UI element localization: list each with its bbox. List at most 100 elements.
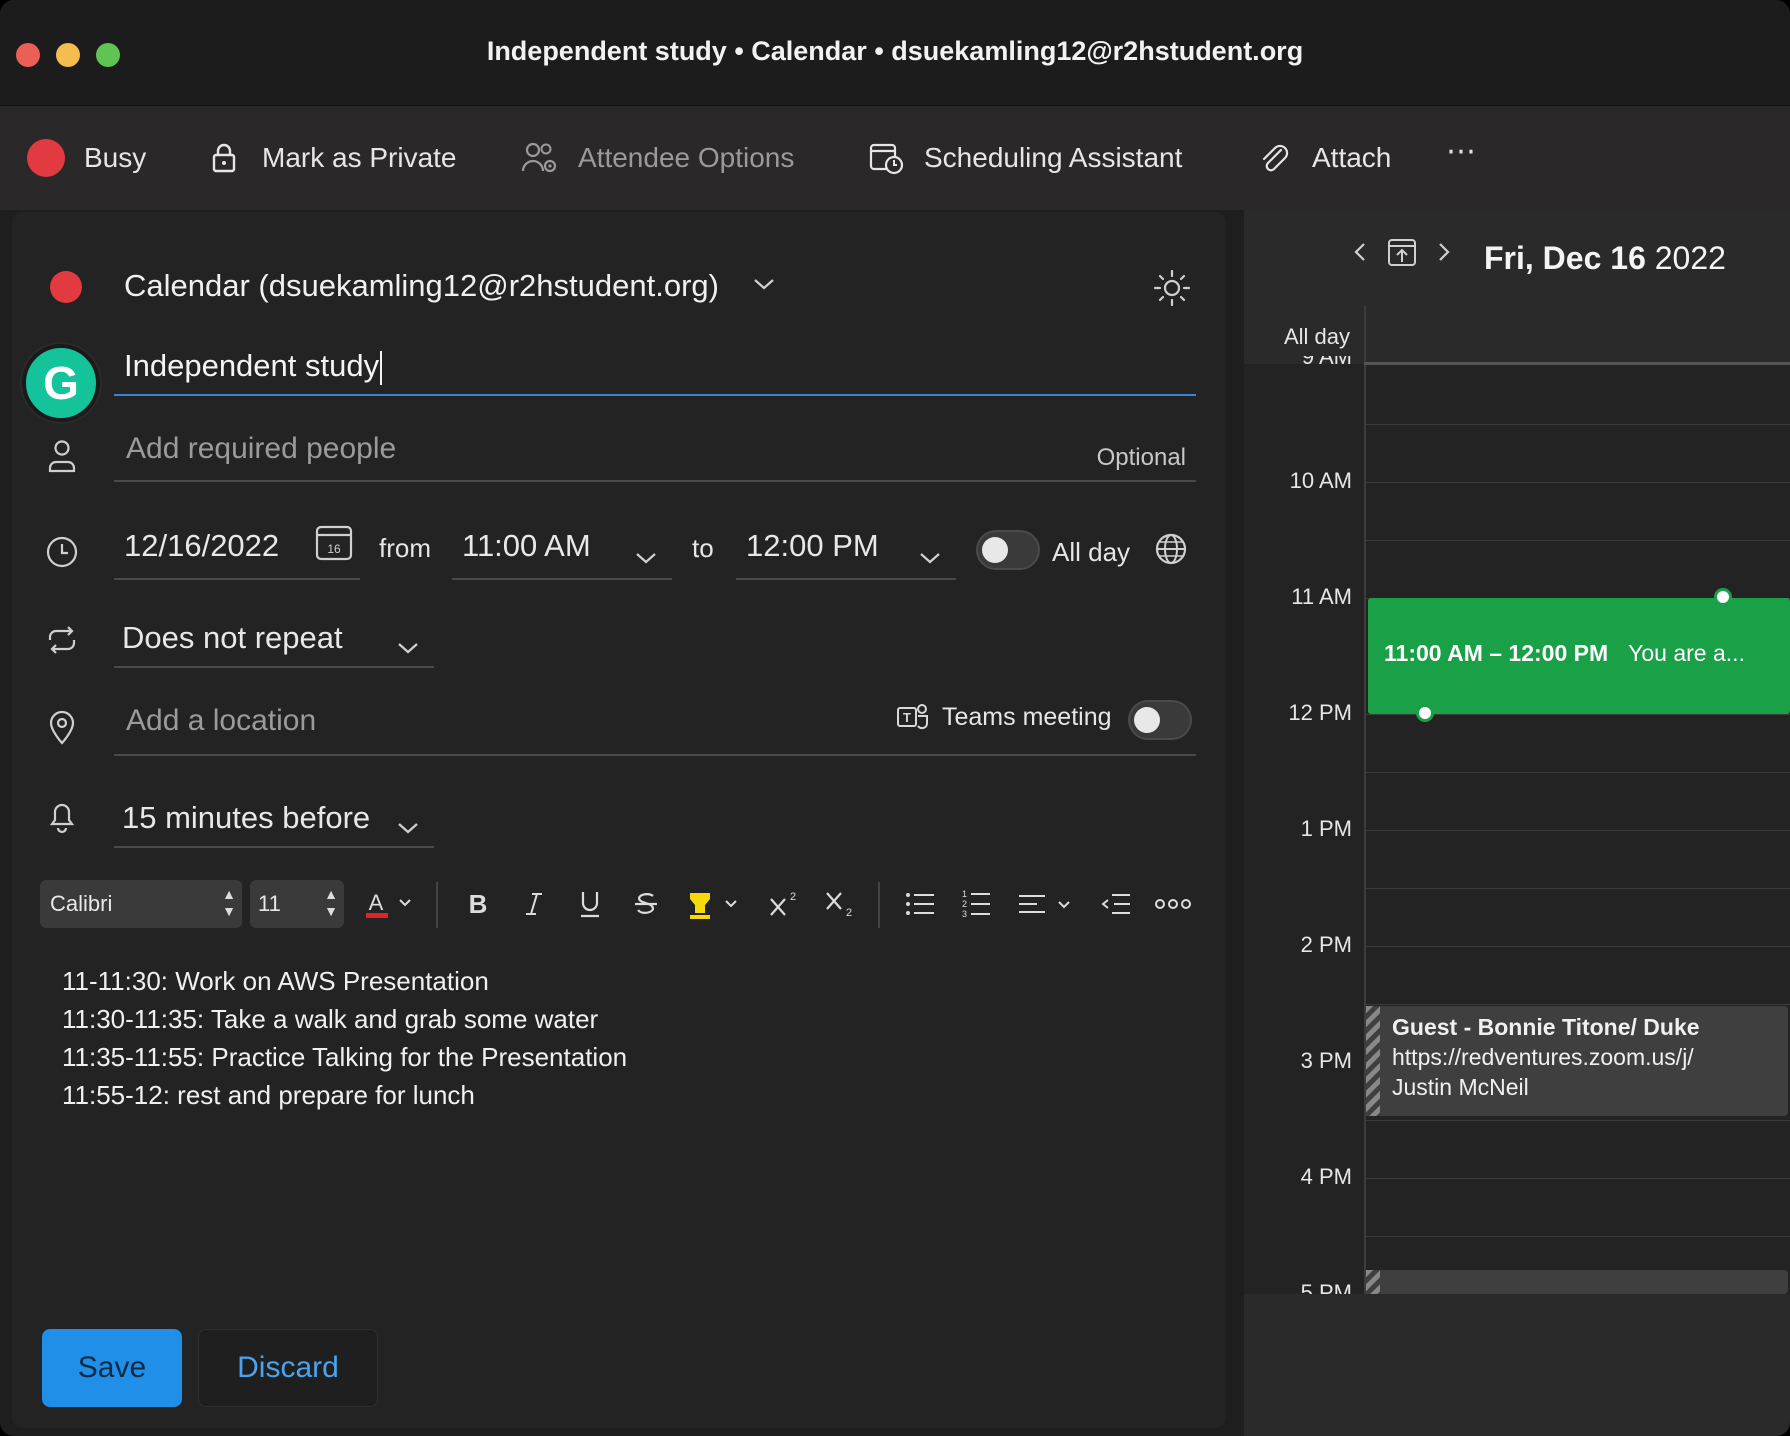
outdent-button[interactable]: [1094, 884, 1138, 924]
calendar-selector[interactable]: Calendar (dsuekamling12@r2hstudent.org): [124, 268, 719, 304]
stepper-icon: ▲ ▼: [222, 886, 236, 919]
superscript-button[interactable]: 2: [764, 884, 804, 924]
go-to-today-icon[interactable]: [1386, 236, 1418, 268]
reminder-select[interactable]: 15 minutes before: [114, 784, 434, 848]
svg-text:2: 2: [790, 891, 796, 903]
required-people-input[interactable]: Add required people Optional: [114, 420, 1196, 482]
event-title: Guest - Bonnie Titone/ Duke: [1392, 1014, 1700, 1040]
optional-people-link[interactable]: Optional: [1097, 444, 1186, 472]
day-view-date-bold: Fri, Dec 16: [1484, 240, 1646, 276]
highlight-button[interactable]: [682, 884, 746, 924]
event-time-range: 11:00 AM – 12:00 PM: [1384, 640, 1609, 666]
save-button[interactable]: Save: [42, 1329, 182, 1407]
underline-button[interactable]: [570, 884, 610, 924]
scheduling-icon: [866, 138, 906, 178]
toolbar-separator: [436, 882, 438, 928]
more-options-button[interactable]: ⋯: [1446, 134, 1478, 169]
globe-icon[interactable]: [1154, 532, 1188, 571]
time-gutter-line: [1364, 306, 1366, 1294]
font-color-button[interactable]: A: [360, 884, 416, 924]
chevron-right-icon[interactable]: [1436, 240, 1452, 264]
person-icon: [42, 436, 82, 476]
svg-text:2: 2: [846, 907, 852, 919]
day-view-year: 2022: [1654, 240, 1726, 276]
event-toolbar: Busy Mark as Private Attendee Options Sc…: [0, 106, 1790, 210]
grid-line: [1366, 482, 1790, 483]
grid-line: [1366, 1236, 1790, 1237]
end-time-select[interactable]: 12:00 PM: [736, 510, 956, 580]
event-organizer: Justin McNeil: [1392, 1074, 1529, 1100]
event-title-input[interactable]: Independent study: [114, 340, 1196, 396]
reminder-value: 15 minutes before: [122, 800, 371, 835]
teams-meeting-option: T Teams meeting: [896, 702, 1112, 732]
scheduling-assistant-button[interactable]: Scheduling Assistant: [866, 136, 1182, 180]
event-link-text: https://redventures.zoom.us/j/: [1392, 1044, 1694, 1070]
toolbar-separator: [878, 882, 880, 928]
stepper-icon: ▲ ▼: [324, 886, 338, 919]
more-format-options-icon[interactable]: [1148, 884, 1198, 924]
attendee-settings-icon: [520, 138, 560, 178]
font-family-value: Calibri: [50, 891, 113, 916]
font-family-select[interactable]: Calibri ▲ ▼: [40, 880, 242, 928]
event-notes-body[interactable]: 11-11:30: Work on AWS Presentation 11:30…: [62, 962, 627, 1114]
italic-button[interactable]: [514, 884, 554, 924]
day-grid[interactable]: All day 9 AM 10 AM 11 AM 12 PM 1 PM 2 PM…: [1244, 306, 1790, 1294]
mark-private-button[interactable]: Mark as Private: [204, 136, 457, 180]
bullet-list-button[interactable]: [898, 884, 942, 924]
svg-text:2: 2: [962, 899, 967, 909]
hour-label: 3 PM: [1300, 1048, 1352, 1073]
notes-line: 11:35-11:55: Practice Talking for the Pr…: [62, 1042, 628, 1072]
hour-label: 1 PM: [1300, 816, 1352, 841]
later-event-block[interactable]: [1366, 1270, 1788, 1294]
calendar-icon-day: 16: [327, 542, 341, 556]
calendar-color-icon: [50, 271, 82, 303]
other-event-block[interactable]: Guest - Bonnie Titone/ Duke https://redv…: [1366, 1006, 1788, 1116]
repeat-select[interactable]: Does not repeat: [114, 604, 434, 668]
theme-sun-icon[interactable]: [1152, 268, 1192, 313]
bell-icon: [42, 796, 82, 836]
hour-label: 5 PM: [1300, 1280, 1352, 1294]
text-caret: [380, 350, 383, 385]
day-navigation: [1352, 236, 1452, 268]
title-bar: Independent study • Calendar • dsuekamli…: [0, 0, 1790, 106]
event-resize-handle-top[interactable]: [1714, 588, 1732, 606]
font-size-value: 11: [258, 891, 281, 916]
subscript-button[interactable]: 2: [820, 884, 860, 924]
attach-button[interactable]: Attach: [1254, 136, 1391, 180]
event-resize-handle-bottom[interactable]: [1416, 704, 1434, 722]
current-event-block[interactable]: 11:00 AM – 12:00 PM You are a...: [1368, 598, 1790, 714]
day-view-date: Fri, Dec 16 2022: [1484, 240, 1726, 277]
attendee-options-button[interactable]: Attendee Options: [520, 136, 794, 180]
chevron-down-icon: [634, 538, 658, 574]
lock-icon: [204, 138, 244, 178]
teams-meeting-toggle[interactable]: [1128, 700, 1192, 740]
svg-text:1: 1: [962, 889, 967, 899]
event-summary: You are a...: [1628, 640, 1745, 666]
event-title-value: Independent study: [124, 348, 380, 383]
grammarly-icon[interactable]: G: [22, 344, 100, 422]
all-day-toggle[interactable]: [976, 530, 1040, 570]
align-button[interactable]: [1012, 884, 1082, 924]
discard-button[interactable]: Discard: [198, 1329, 378, 1407]
numbered-list-button[interactable]: 123: [954, 884, 998, 924]
mark-private-label: Mark as Private: [262, 142, 457, 173]
svg-text:A: A: [369, 890, 384, 915]
chevron-down-icon: [396, 628, 420, 664]
notes-line: 11-11:30: Work on AWS Presentation: [62, 966, 489, 996]
start-time-select[interactable]: 11:00 AM: [452, 510, 672, 580]
chevron-left-icon[interactable]: [1352, 240, 1368, 264]
calendar-picker-icon[interactable]: 16: [314, 522, 354, 567]
busy-status-icon: [26, 138, 66, 178]
grid-line: [1366, 1004, 1790, 1005]
strikethrough-button[interactable]: [626, 884, 666, 924]
busy-button[interactable]: Busy: [26, 136, 146, 180]
end-time-value: 12:00 PM: [746, 528, 879, 563]
people-placeholder: Add required people: [126, 432, 397, 465]
bold-button[interactable]: B: [458, 884, 498, 924]
font-size-select[interactable]: 11 ▲ ▼: [250, 880, 344, 928]
chevron-down-icon[interactable]: [752, 276, 776, 297]
hour-label: 10 AM: [1289, 468, 1352, 493]
chevron-down-icon: [918, 538, 942, 574]
to-label: to: [692, 533, 714, 563]
location-placeholder: Add a location: [126, 704, 317, 737]
